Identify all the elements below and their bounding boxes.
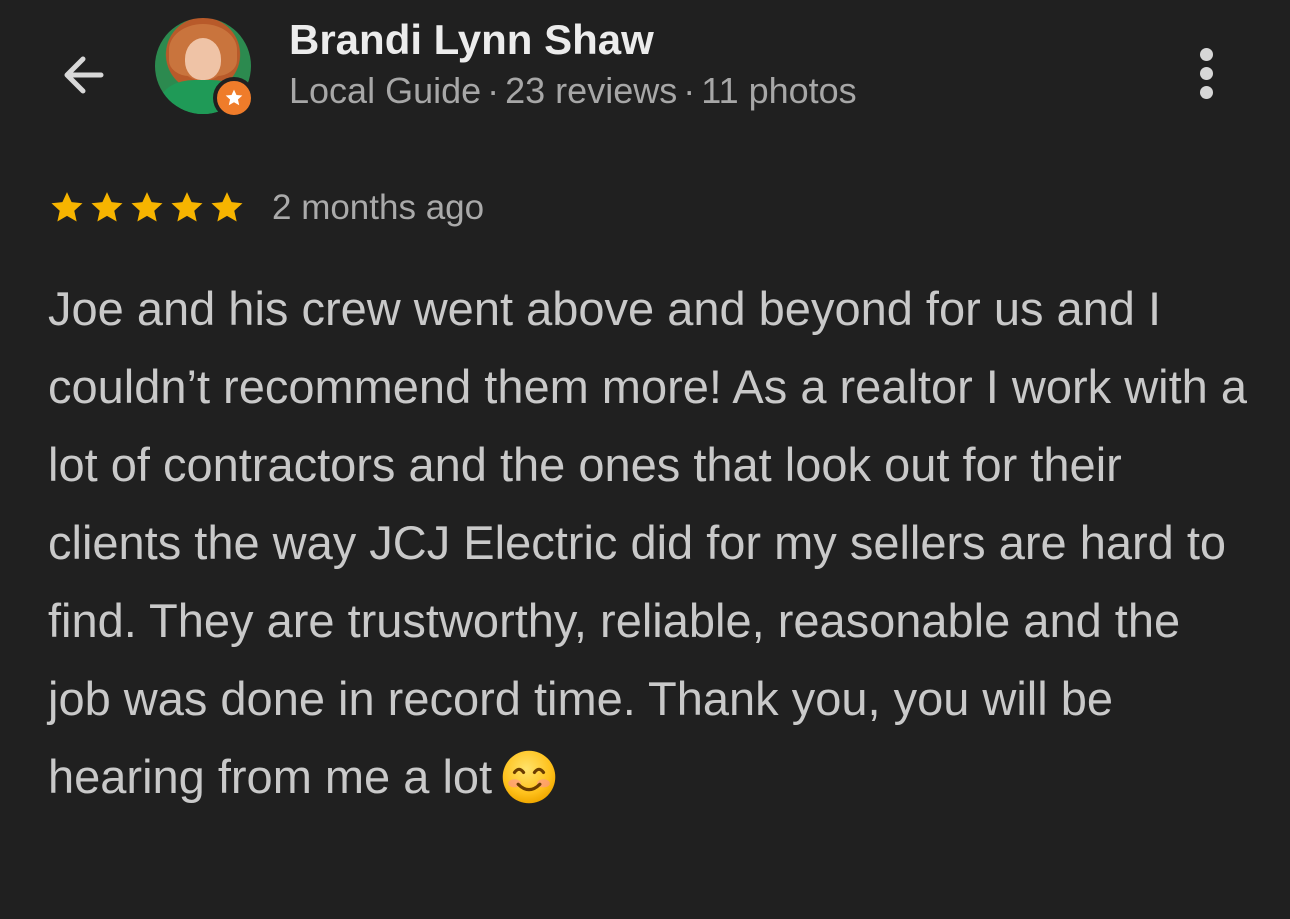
star-icon xyxy=(51,192,83,222)
reviewer-role: Local Guide xyxy=(289,70,482,111)
reviewer-name[interactable]: Brandi Lynn Shaw xyxy=(289,16,654,64)
review-date: 2 months ago xyxy=(272,188,485,227)
meta-separator: · xyxy=(683,70,696,111)
star-icon xyxy=(171,192,203,222)
star-icon xyxy=(91,192,123,222)
star-rating xyxy=(48,189,246,227)
avatar-face xyxy=(185,38,221,80)
more-options-button[interactable] xyxy=(1186,42,1226,104)
review-header: Brandi Lynn Shaw Local Guide · 23 reviews ·… xyxy=(0,0,1290,150)
review-text: Joe and his crew went above and beyond f… xyxy=(48,282,1247,803)
more-vert-dot xyxy=(1199,85,1213,99)
review-rating-row: 2 months ago xyxy=(48,180,484,236)
meta-separator: · xyxy=(487,70,500,111)
star-icon xyxy=(131,192,163,222)
reviewer-photo-count: 11 photos xyxy=(701,70,857,111)
reviewer-meta: Local Guide · 23 reviews · 11 photos xyxy=(289,70,857,112)
review-body: Joe and his crew went above and beyond f… xyxy=(48,270,1248,816)
more-vert-dot xyxy=(1199,47,1213,61)
star-icon xyxy=(211,192,243,222)
reviewer-review-count: 23 reviews xyxy=(505,70,678,111)
more-vert-dot xyxy=(1199,66,1213,80)
smiling-face-emoji-icon xyxy=(502,750,556,803)
arrow-back-icon xyxy=(64,56,104,94)
local-guide-badge xyxy=(213,77,255,119)
local-guide-star-icon xyxy=(225,89,243,106)
back-button[interactable] xyxy=(52,44,114,106)
